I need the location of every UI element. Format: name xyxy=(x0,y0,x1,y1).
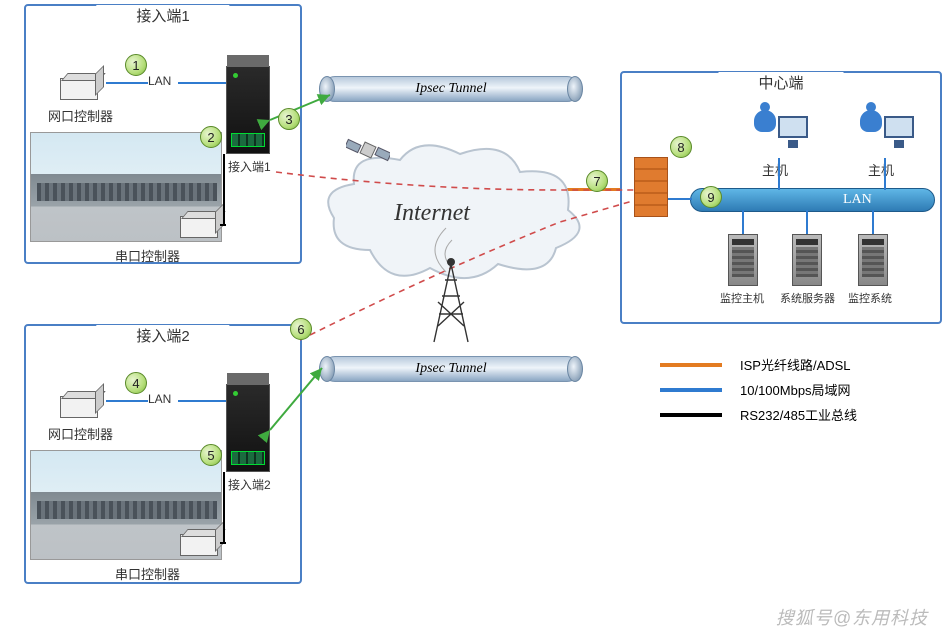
tunnel-1-label: Ipsec Tunnel xyxy=(415,81,486,97)
ipsec-tunnel-1: Ipsec Tunnel xyxy=(322,76,580,102)
lan-tag-2: LAN xyxy=(148,392,171,406)
net-controller-2-icon xyxy=(60,396,98,418)
net-controller-1-label: 网口控制器 xyxy=(48,106,113,125)
srv3-drop xyxy=(872,210,874,234)
legend-swatch-orange xyxy=(660,363,722,367)
antenna-tower-icon xyxy=(426,254,476,344)
legend-row-serial: RS232/485工业总线 xyxy=(660,405,857,424)
badge-2: 2 xyxy=(200,126,222,148)
server-1-label: 监控主机 xyxy=(720,290,764,306)
legend-swatch-blue xyxy=(660,388,722,392)
access2-title: 接入端2 xyxy=(96,325,229,346)
device-1-label: 接入端1 xyxy=(228,158,271,175)
srv2-drop xyxy=(806,210,808,234)
serial-controller-2-label: 串口控制器 xyxy=(115,564,180,583)
host-1-label: 主机 xyxy=(762,160,788,179)
net-controller-2-label: 网口控制器 xyxy=(48,424,113,443)
center-title: 中心端 xyxy=(718,72,843,93)
host1-drop xyxy=(778,158,780,190)
badge-1: 1 xyxy=(125,54,147,76)
access1-title: 接入端1 xyxy=(96,5,229,26)
serial-wire-2v xyxy=(223,472,225,542)
server-3-icon xyxy=(858,234,888,286)
badge-7: 7 xyxy=(586,170,608,192)
legend-isp-label: ISP光纤线路/ADSL xyxy=(740,355,851,374)
serial-wire-2h xyxy=(220,542,226,544)
srv1-drop xyxy=(742,210,744,234)
host-1-icon xyxy=(752,110,808,158)
host-2-icon xyxy=(858,110,914,158)
serial-wire-1h xyxy=(220,224,226,226)
server-2-label: 系统服务器 xyxy=(780,290,835,306)
lan-bar-label: LAN xyxy=(843,192,872,208)
internet-label: Internet xyxy=(394,200,470,227)
lan-wire-2 xyxy=(106,400,148,402)
badge-6: 6 xyxy=(290,318,312,340)
server-1-icon xyxy=(728,234,758,286)
ipsec-tunnel-2: Ipsec Tunnel xyxy=(322,356,580,382)
gateway-device-1-icon xyxy=(226,66,270,154)
legend-swatch-black xyxy=(660,413,722,417)
tunnel-2-label: Ipsec Tunnel xyxy=(415,361,486,377)
badge-9: 9 xyxy=(700,186,722,208)
lan-wire-2b xyxy=(178,400,226,402)
badge-4: 4 xyxy=(125,372,147,394)
badge-8: 8 xyxy=(670,136,692,158)
net-controller-1-icon xyxy=(60,78,98,100)
gateway-device-2-icon xyxy=(226,384,270,472)
satellite-icon xyxy=(346,132,390,168)
lan-wire-1 xyxy=(106,82,148,84)
legend-row-isp: ISP光纤线路/ADSL xyxy=(660,355,857,374)
lan-bar: LAN xyxy=(690,188,935,212)
fw-lan-wire xyxy=(668,198,692,200)
legend-lan-label: 10/100Mbps局域网 xyxy=(740,380,851,399)
serial-wire-1v xyxy=(223,154,225,224)
lan-tag-1: LAN xyxy=(148,74,171,88)
watermark-text: 搜狐号@东用科技 xyxy=(776,604,928,630)
serial-controller-1-label: 串口控制器 xyxy=(115,246,180,265)
serial-controller-2-icon xyxy=(180,534,218,556)
host2-drop xyxy=(884,158,886,190)
badge-3: 3 xyxy=(278,108,300,130)
firewall-icon xyxy=(634,157,668,217)
device-2-label: 接入端2 xyxy=(228,476,271,493)
server-3-label: 监控系统 xyxy=(848,290,892,306)
legend: ISP光纤线路/ADSL 10/100Mbps局域网 RS232/485工业总线 xyxy=(660,355,857,430)
host-2-label: 主机 xyxy=(868,160,894,179)
serial-controller-1-icon xyxy=(180,216,218,238)
legend-row-lan: 10/100Mbps局域网 xyxy=(660,380,857,399)
server-2-icon xyxy=(792,234,822,286)
legend-serial-label: RS232/485工业总线 xyxy=(740,405,857,424)
lan-wire-1b xyxy=(178,82,226,84)
badge-5: 5 xyxy=(200,444,222,466)
